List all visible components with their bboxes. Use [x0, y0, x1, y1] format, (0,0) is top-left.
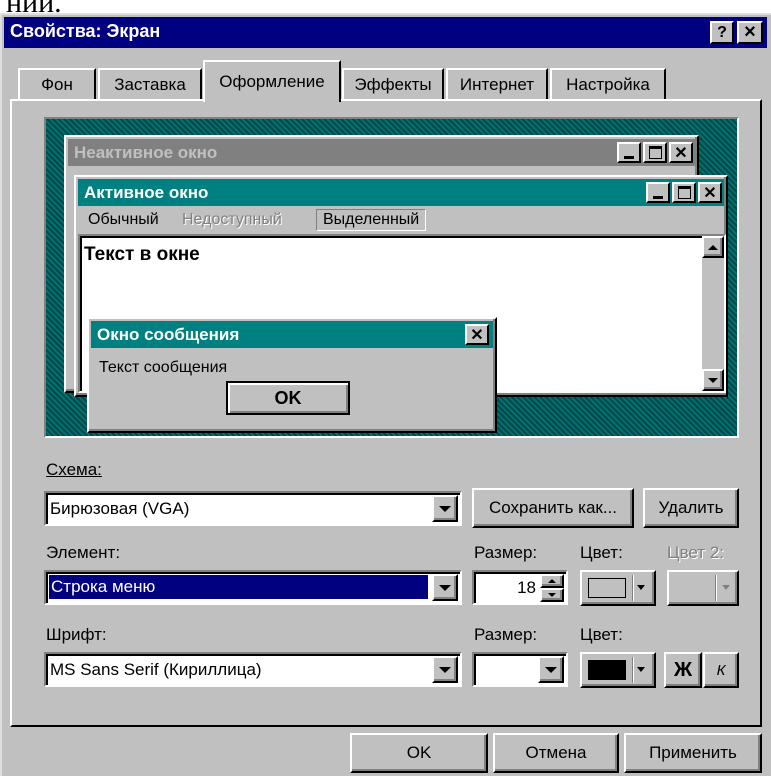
menu-item-normal: Обычный	[88, 211, 159, 228]
chevron-down-icon[interactable]	[432, 656, 458, 683]
window-title: Свойства: Экран	[10, 21, 161, 41]
minimize-icon	[646, 182, 670, 203]
element-color-label: Цвет:	[580, 543, 623, 562]
close-icon: ✕	[669, 142, 693, 163]
active-window-title: Активное окно	[84, 183, 209, 202]
italic-button[interactable]: К	[703, 652, 739, 688]
scheme-select-value: Бирюзовая (VGA)	[50, 499, 190, 518]
tab-background[interactable]: Фон	[18, 68, 96, 100]
chevron-down-icon[interactable]	[538, 656, 564, 683]
chevron-down-icon[interactable]	[432, 495, 458, 522]
color-swatch	[588, 660, 626, 680]
save-as-button[interactable]: Сохранить как...	[472, 488, 634, 528]
element-color2-button[interactable]	[667, 570, 739, 606]
close-icon: ✕	[698, 182, 722, 203]
tab-appearance[interactable]: Оформление	[203, 60, 341, 102]
element-select[interactable]: Строка меню	[44, 570, 462, 605]
color-divider	[715, 575, 717, 601]
font-select[interactable]: MS Sans Serif (Кириллица)	[44, 652, 462, 687]
message-title: Окно сообщения	[97, 325, 240, 344]
tab-screensaver[interactable]: Заставка	[98, 68, 202, 100]
font-color-button[interactable]	[580, 652, 656, 688]
maximize-icon	[672, 182, 696, 203]
scroll-up-icon	[702, 236, 724, 258]
window-text: Текст в окне	[84, 244, 200, 265]
scheme-select[interactable]: Бирюзовая (VGA)	[44, 491, 462, 526]
tab-internet[interactable]: Интернет	[446, 68, 548, 100]
font-select-value: MS Sans Serif (Кириллица)	[50, 660, 262, 679]
element-size-spinner[interactable]: 18	[472, 570, 568, 605]
font-color-label: Цвет:	[580, 625, 623, 644]
scheme-label: Схема:	[46, 460, 102, 479]
preview-menu-bar: Обычный Недоступный Выделенный	[78, 207, 724, 234]
font-size-select[interactable]	[472, 652, 568, 687]
chevron-down-icon	[722, 585, 730, 590]
spinner-up-icon[interactable]	[540, 574, 564, 588]
delete-button[interactable]: Удалить	[643, 488, 739, 528]
appearance-preview[interactable]: Неактивное окно ✕ Активное окно ✕ Обычны…	[44, 117, 739, 438]
color-swatch	[588, 578, 626, 598]
color-divider	[632, 657, 634, 683]
chevron-down-icon	[637, 667, 645, 672]
element-select-value: Строка меню	[48, 574, 429, 600]
bold-button[interactable]: Ж	[664, 652, 702, 688]
close-icon: ✕	[465, 324, 489, 345]
element-color-button[interactable]	[580, 570, 656, 606]
apply-button[interactable]: Применить	[624, 733, 762, 773]
chevron-down-icon	[637, 585, 645, 590]
element-size-value: 18	[517, 578, 536, 597]
close-button[interactable]: ×	[737, 21, 763, 44]
active-title-bar: Активное окно ✕	[78, 179, 724, 206]
scroll-down-icon	[702, 369, 724, 391]
message-title-bar: Окно сообщения ✕	[91, 321, 493, 348]
title-bar[interactable]: Свойства: Экран ? ×	[4, 17, 767, 48]
maximize-icon	[643, 142, 667, 163]
chevron-down-icon[interactable]	[432, 574, 458, 601]
element-color2-label: Цвет 2:	[667, 543, 724, 562]
menu-item-disabled: Недоступный	[182, 211, 282, 228]
ok-button[interactable]: OK	[350, 733, 488, 773]
font-label: Шрифт:	[46, 625, 107, 644]
minimize-icon	[617, 142, 641, 163]
element-label: Элемент:	[46, 543, 121, 562]
message-box: Окно сообщения ✕ Текст сообщения OK	[87, 317, 497, 433]
color-divider	[632, 575, 634, 601]
message-text: Текст сообщения	[99, 359, 228, 376]
element-size-label: Размер:	[474, 543, 538, 562]
font-size-label: Размер:	[474, 625, 538, 644]
message-ok-button: OK	[226, 381, 350, 415]
tab-settings[interactable]: Настройка	[550, 68, 666, 100]
tab-effects[interactable]: Эффекты	[342, 68, 444, 100]
menu-item-selected: Выделенный	[316, 209, 427, 231]
cancel-button[interactable]: Отмена	[493, 733, 619, 773]
inactive-title-bar: Неактивное окно ✕	[68, 139, 695, 166]
preview-scrollbar	[702, 236, 724, 391]
spinner-down-icon[interactable]	[540, 588, 564, 602]
inactive-window-title: Неактивное окно	[74, 143, 218, 162]
help-button[interactable]: ?	[710, 21, 734, 44]
